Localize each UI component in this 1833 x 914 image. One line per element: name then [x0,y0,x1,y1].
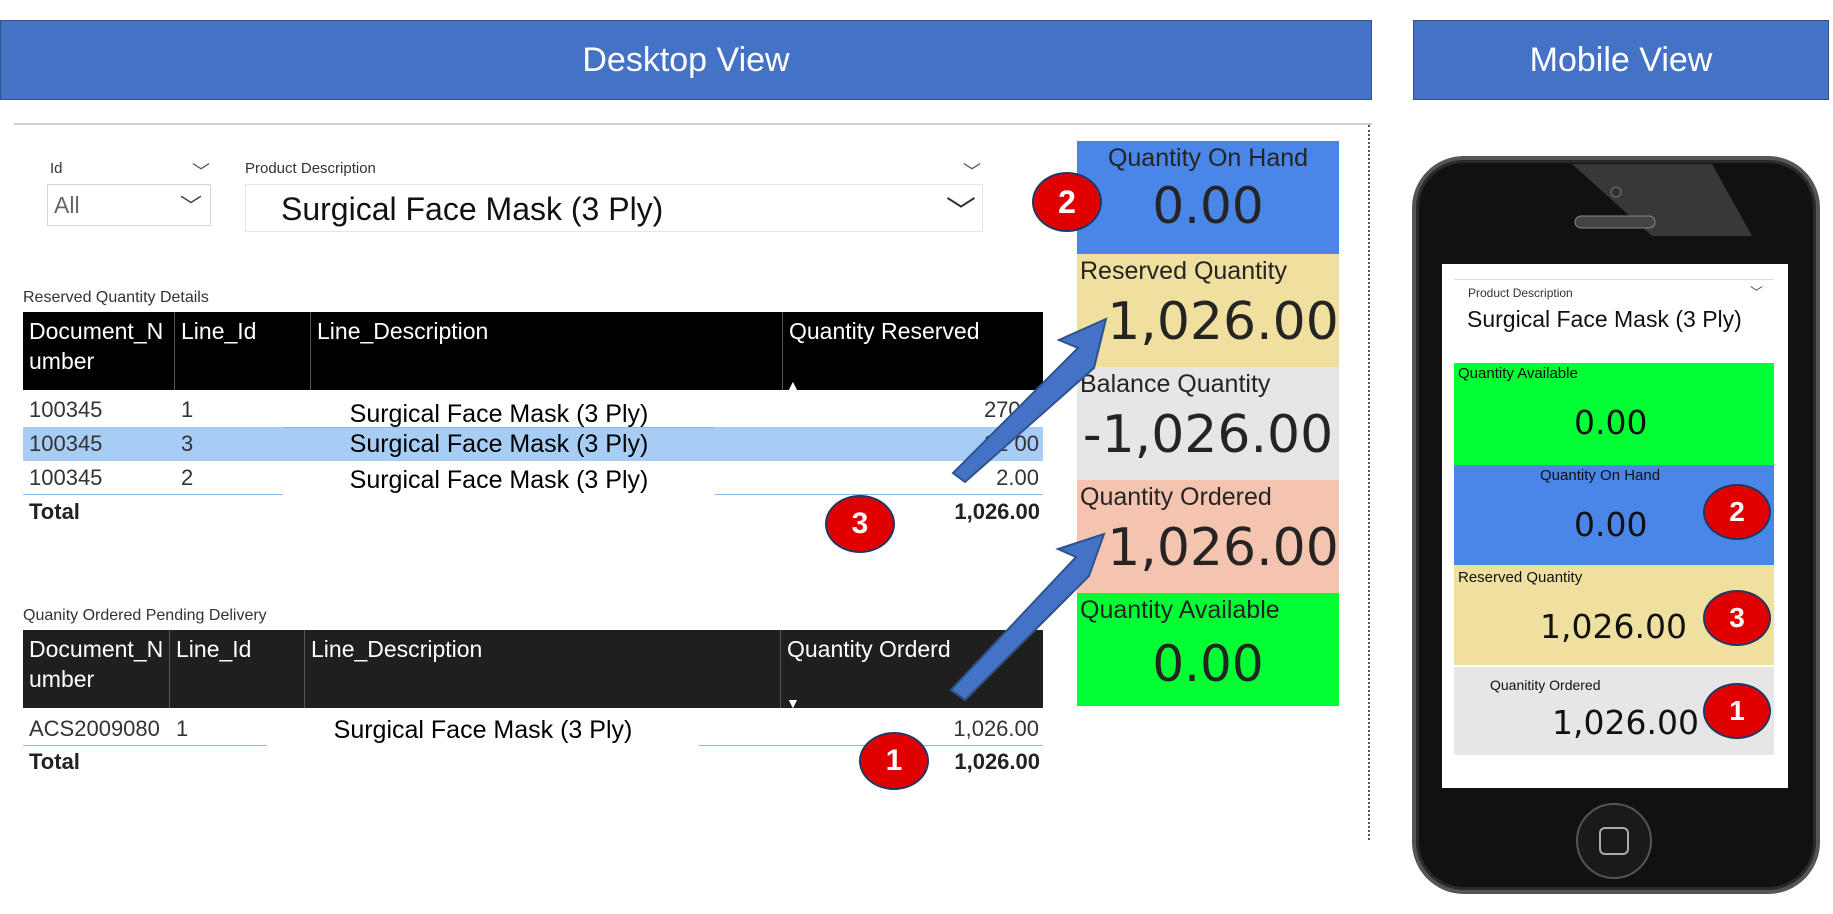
card-value: 0.00 [1574,403,1648,442]
badge-3: 3 [825,495,895,553]
chevron-down-icon[interactable]: ﹀ [1750,282,1763,301]
arrow-icon [949,532,1106,702]
mobile-product-label: Product Description [1468,286,1573,300]
card-value: 0.00 [1574,505,1648,544]
badge-2: 2 [1703,484,1771,540]
mobile-product-slicer[interactable]: Product Description ﹀ Surgical Face Mask… [1454,279,1774,341]
card-label: Quantity On Hand [1540,467,1661,484]
card-label: Reserved Quantity [1458,569,1583,586]
card-label: Quanitity Ordered [1490,677,1601,693]
card-label: Quantity Available [1458,365,1578,382]
badge-3: 3 [1703,590,1771,646]
card-value: 1,026.00 [1540,607,1687,646]
badge-1: 1 [859,732,929,790]
badge-2: 2 [1032,172,1102,232]
mobile-product-value: Surgical Face Mask (3 Ply) [1467,306,1742,332]
badge-1: 1 [1703,683,1771,739]
arrow-icon [951,317,1108,484]
mobile-card-quantity-available[interactable]: Quantity Available 0.00 [1454,363,1774,465]
card-value: 1,026.00 [1552,703,1699,742]
